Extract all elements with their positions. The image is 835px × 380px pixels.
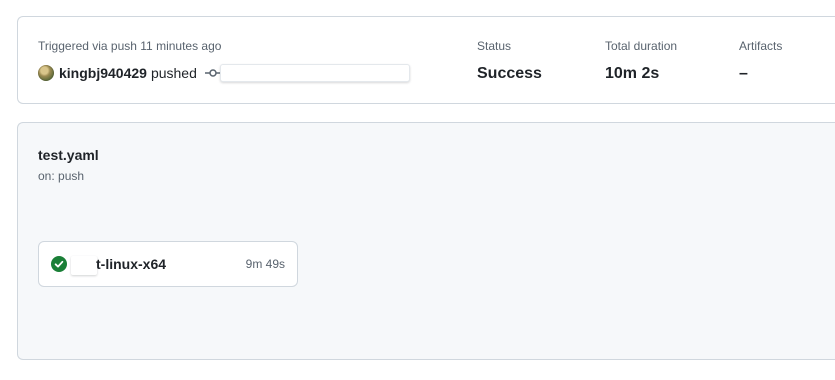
job-card[interactable]: t-linux-x64 9m 49s [38, 241, 298, 287]
push-info-row: kingbj940429 pushed [38, 64, 410, 82]
job-name: t-linux-x64 [96, 256, 167, 272]
user-avatar[interactable] [38, 65, 54, 81]
job-name-redacted [71, 256, 97, 275]
duration-value: 10m 2s [605, 65, 660, 82]
duration-stat: Total duration 10m 2s [605, 39, 677, 84]
workflow-trigger: on: push [38, 169, 85, 183]
status-label: Status [477, 39, 512, 53]
trigger-info: Triggered via push 11 minutes ago [38, 39, 222, 53]
check-circle-fill-icon [51, 256, 67, 272]
artifacts-value: – [739, 65, 748, 82]
status-value: Success [477, 65, 542, 82]
status-stat: Status Success [477, 39, 542, 84]
workflow-file-name: test.yaml [38, 147, 99, 163]
duration-label: Total duration [605, 39, 678, 53]
artifacts-stat: Artifacts – [739, 39, 782, 84]
job-duration: 9m 49s [245, 257, 285, 271]
push-action-label: pushed [150, 65, 197, 81]
git-commit-icon [204, 69, 221, 77]
username-link[interactable]: kingbj940429 [59, 65, 147, 81]
artifacts-label: Artifacts [739, 39, 783, 53]
run-summary-card: Triggered via push 11 minutes ago kingbj… [17, 16, 835, 104]
commit-link[interactable] [219, 64, 410, 82]
workflow-graph-card: test.yaml on: push t-linux-x64 9m 49s [17, 122, 835, 360]
